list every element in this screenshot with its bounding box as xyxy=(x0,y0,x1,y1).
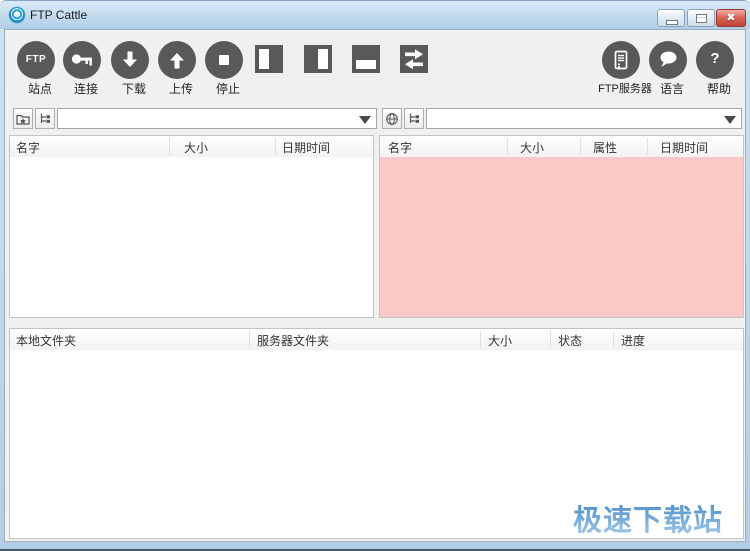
local-column-datetime[interactable]: 日期时间 xyxy=(282,139,330,156)
remote-column-name[interactable]: 名字 xyxy=(388,139,412,156)
key-icon xyxy=(71,54,92,66)
layout-bottom-pane-icon xyxy=(356,60,376,69)
app-logo-icon xyxy=(9,7,25,23)
upload-icon xyxy=(170,53,184,69)
local-favorites-button[interactable] xyxy=(13,108,33,129)
local-file-panel: 名字 大小 日期时间 xyxy=(9,135,374,318)
remote-column-attr[interactable]: 属性 xyxy=(593,139,617,156)
client-area: FTP 站点 连接 下载 上传 停止 FTP服务器 语言 ? 帮助 名字 大小 … xyxy=(4,29,746,542)
local-path-combobox[interactable] xyxy=(57,108,377,129)
download-button[interactable] xyxy=(111,41,149,79)
column-divider[interactable] xyxy=(580,138,581,155)
queue-column-server-folder[interactable]: 服务器文件夹 xyxy=(257,332,329,349)
globe-icon xyxy=(386,113,398,125)
column-divider[interactable] xyxy=(480,331,481,348)
queue-column-progress[interactable]: 进度 xyxy=(621,332,645,349)
local-column-size[interactable]: 大小 xyxy=(184,139,208,156)
column-divider[interactable] xyxy=(169,138,170,155)
column-divider[interactable] xyxy=(550,331,551,348)
folder-tree-icon xyxy=(409,113,419,123)
chevron-down-icon[interactable] xyxy=(359,116,371,124)
app-window: FTP Cattle ✖ FTP 站点 连接 下载 上传 停止 FTP服务器 语… xyxy=(0,0,750,551)
layout-left-pane-button[interactable] xyxy=(255,45,283,73)
remote-path-combobox[interactable] xyxy=(426,108,742,129)
download-icon xyxy=(123,51,137,67)
column-divider[interactable] xyxy=(507,138,508,155)
stop-button-label: 停止 xyxy=(215,82,240,96)
folder-tree-icon xyxy=(40,113,50,123)
remote-file-list[interactable] xyxy=(380,157,743,317)
minimize-button[interactable] xyxy=(657,9,685,27)
close-icon: ✖ xyxy=(726,12,736,24)
help-icon: ? xyxy=(710,50,720,67)
titlebar[interactable]: FTP Cattle ✖ xyxy=(0,1,750,29)
local-column-name[interactable]: 名字 xyxy=(16,139,40,156)
stop-button[interactable] xyxy=(205,41,243,79)
local-file-list[interactable] xyxy=(10,157,373,317)
watermark-text: 极速下载站 xyxy=(573,497,723,539)
upload-button[interactable] xyxy=(158,41,196,79)
language-bubble-icon xyxy=(660,51,677,67)
column-divider[interactable] xyxy=(249,331,250,348)
transfer-arrows-icon xyxy=(405,49,423,70)
help-button[interactable]: ? xyxy=(696,41,734,79)
help-button-label: 帮助 xyxy=(706,82,731,96)
stop-icon xyxy=(219,55,229,65)
transfer-queue-header: 本地文件夹 服务器文件夹 大小 状态 进度 xyxy=(10,329,743,351)
remote-tree-view-button[interactable] xyxy=(404,108,424,129)
maximize-icon xyxy=(696,14,707,23)
site-button[interactable]: FTP xyxy=(17,41,55,79)
remote-file-panel-header: 名字 大小 属性 日期时间 xyxy=(380,136,743,158)
layout-right-pane-icon xyxy=(318,49,328,69)
remote-column-datetime[interactable]: 日期时间 xyxy=(660,139,708,156)
column-divider[interactable] xyxy=(613,331,614,348)
remote-column-size[interactable]: 大小 xyxy=(520,139,544,156)
maximize-button[interactable] xyxy=(687,9,715,27)
layout-left-pane-icon xyxy=(259,49,269,69)
column-divider[interactable] xyxy=(275,138,276,155)
ftp-site-icon: FTP xyxy=(25,54,47,65)
local-tree-view-button[interactable] xyxy=(35,108,55,129)
queue-column-status[interactable]: 状态 xyxy=(558,332,582,349)
minimize-icon xyxy=(666,20,678,25)
close-button[interactable]: ✖ xyxy=(716,9,746,27)
language-button[interactable] xyxy=(649,41,687,79)
ftp-server-button[interactable] xyxy=(602,41,640,79)
queue-column-local-folder[interactable]: 本地文件夹 xyxy=(16,332,76,349)
local-file-panel-header: 名字 大小 日期时间 xyxy=(10,136,373,158)
queue-column-size[interactable]: 大小 xyxy=(488,332,512,349)
layout-right-pane-button[interactable] xyxy=(304,45,332,73)
connect-button[interactable] xyxy=(63,41,101,79)
favorites-folder-icon xyxy=(16,114,30,125)
window-title: FTP Cattle xyxy=(30,8,88,22)
column-divider[interactable] xyxy=(647,138,648,155)
ftp-server-icon xyxy=(614,50,628,70)
layout-bottom-pane-button[interactable] xyxy=(352,45,380,73)
remote-site-button[interactable] xyxy=(382,108,402,129)
remote-file-panel: 名字 大小 属性 日期时间 xyxy=(379,135,744,318)
transfer-direction-button[interactable] xyxy=(400,45,428,73)
chevron-down-icon[interactable] xyxy=(724,116,736,124)
